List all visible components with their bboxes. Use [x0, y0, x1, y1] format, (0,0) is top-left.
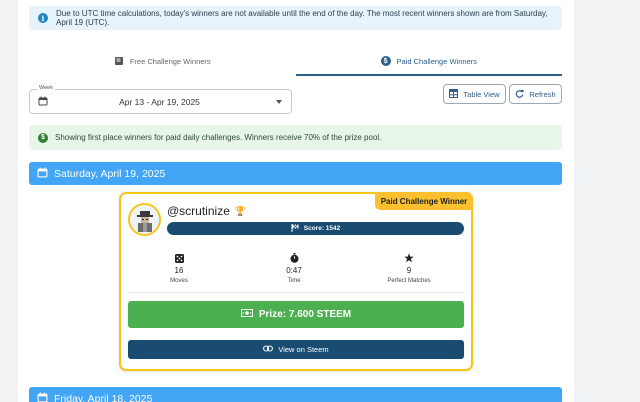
dollar-icon: $: [380, 56, 391, 66]
star-icon: [364, 252, 454, 264]
table-icon: [449, 88, 463, 100]
chevron-down-icon: [276, 100, 282, 104]
week-field-label: Week: [37, 85, 55, 91]
info-banner-text: Due to UTC time calculations, today's wi…: [56, 9, 548, 27]
prize-text: Prize: 7.600 STEEM: [258, 309, 352, 320]
date-header: Friday, April 18, 2025: [29, 387, 562, 402]
calendar-icon: [37, 392, 54, 402]
time-value: 0:47: [286, 266, 302, 275]
date-header-text: Friday, April 18, 2025: [54, 392, 153, 402]
tab-free-challenge-winners[interactable]: Free Challenge Winners: [29, 46, 296, 76]
moves-value: 16: [174, 266, 184, 275]
challenge-tabs: Free Challenge Winners $ Paid Challenge …: [29, 46, 562, 76]
date-header: Saturday, April 19, 2025: [29, 162, 562, 185]
view-on-steem-label: View on Steem: [278, 345, 329, 354]
tab-free-label: Free Challenge Winners: [129, 56, 211, 66]
view-on-steem-button[interactable]: View on Steem: [128, 340, 464, 359]
tab-paid-label: Paid Challenge Winners: [396, 56, 477, 66]
tab-paid-challenge-winners[interactable]: $ Paid Challenge Winners: [295, 46, 563, 76]
username-text: @scrutinize: [167, 204, 230, 218]
avatar: [128, 203, 161, 236]
dollar-circle-icon: $: [38, 132, 48, 143]
moves-label: Moves: [170, 278, 188, 284]
prize-info-text: Showing first place winners for paid dai…: [55, 133, 382, 142]
score-text: Score: 1542: [303, 225, 341, 232]
card-divider: [128, 292, 464, 293]
date-header-text: Saturday, April 19, 2025: [54, 167, 166, 180]
stat-time: 0:47 Time: [249, 252, 339, 284]
refresh-button[interactable]: Refresh: [509, 84, 562, 104]
table-view-label: Table View: [463, 89, 500, 99]
refresh-label: Refresh: [529, 89, 556, 99]
table-view-button[interactable]: Table View: [443, 84, 506, 104]
week-select[interactable]: Week Apr 13 - Apr 19, 2025: [29, 85, 292, 114]
flag-icon: [291, 223, 304, 234]
link-icon: [263, 345, 278, 354]
score-bar: Score: 1542: [167, 222, 464, 235]
stopwatch-icon: [249, 252, 339, 264]
calendar-icon: [38, 93, 48, 111]
perfect-matches-label: Perfect Matches: [387, 278, 431, 284]
money-bill-icon: [240, 309, 259, 320]
winner-card: Paid Challenge Winner @scrutinize 🏆 Scor…: [119, 192, 473, 371]
perfect-matches-value: 9: [406, 266, 412, 275]
info-icon: i: [38, 13, 48, 23]
trophy-icon: 🏆: [234, 205, 247, 216]
refresh-icon: [515, 89, 529, 100]
paid-winner-badge: Paid Challenge Winner: [375, 192, 473, 210]
book-icon: [114, 56, 124, 66]
dice-icon: [134, 252, 224, 264]
info-banner: i Due to UTC time calculations, today's …: [29, 6, 562, 30]
calendar-icon: [37, 167, 54, 181]
time-label: Time: [287, 278, 301, 284]
prize-info-banner: $ Showing first place winners for paid d…: [29, 125, 562, 150]
winner-username: @scrutinize 🏆: [167, 204, 246, 218]
winners-panel: i Due to UTC time calculations, today's …: [18, 0, 574, 402]
week-select-value: Apr 13 - Apr 19, 2025: [119, 96, 200, 107]
stat-moves: 16 Moves: [134, 252, 224, 284]
stat-perfect-matches: 9 Perfect Matches: [364, 252, 454, 284]
prize-banner: Prize: 7.600 STEEM: [128, 301, 464, 328]
